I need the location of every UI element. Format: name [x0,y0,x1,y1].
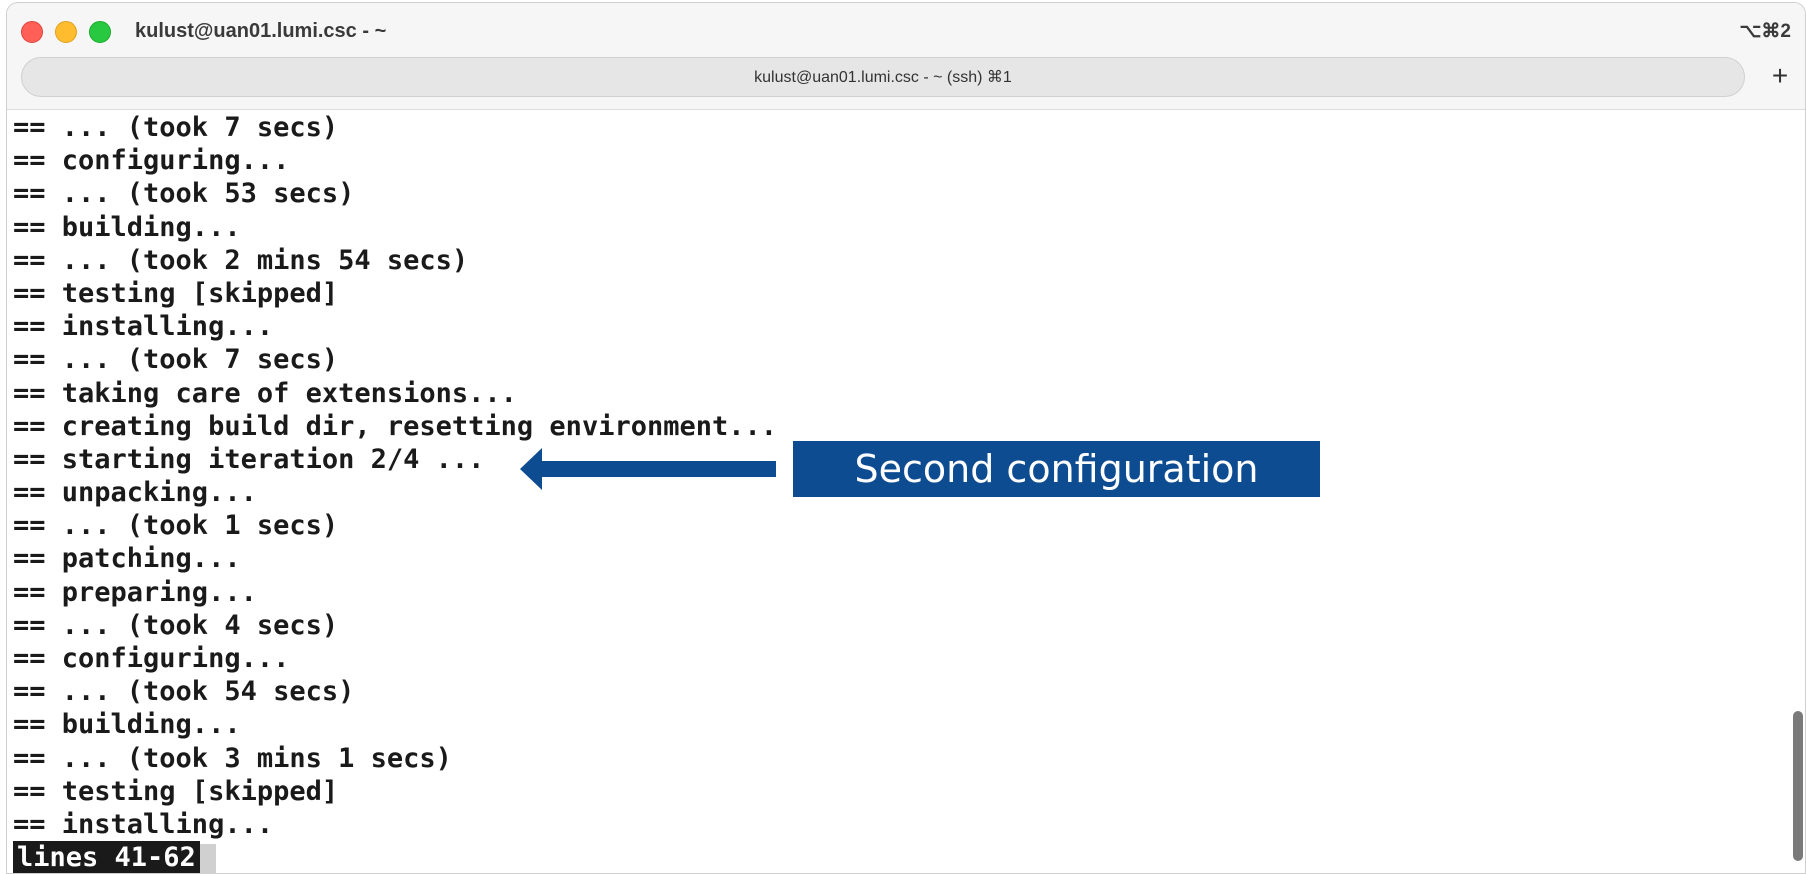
zoom-icon[interactable] [89,21,111,43]
terminal-line: == ... (took 7 secs) [13,344,339,376]
terminal-line: == creating build dir, resetting environ… [13,410,778,442]
window-shortcut: ⌥⌘2 [1739,21,1791,42]
annotation-callout: Second configuration [793,441,1320,497]
terminal-window: kulust@uan01.lumi.csc - ~ ⌥⌘2 kulust@uan… [6,2,1806,874]
arrow-left-icon [520,448,776,490]
terminal-line: == ... (took 3 mins 1 secs) [13,742,452,774]
terminal-line: == ... (took 53 secs) [13,178,355,210]
annotation-text: Second configuration [854,447,1259,491]
minimize-icon[interactable] [55,21,77,43]
terminal-line: == building... [13,211,241,243]
terminal-line: == building... [13,709,241,741]
tab-ssh-session[interactable]: kulust@uan01.lumi.csc - ~ (ssh) ⌘1 [21,57,1745,97]
title-bar: kulust@uan01.lumi.csc - ~ ⌥⌘2 kulust@uan… [7,3,1805,110]
tab-label: kulust@uan01.lumi.csc - ~ (ssh) ⌘1 [754,69,1012,86]
scrollbar-thumb[interactable] [1793,711,1803,861]
terminal-line: == testing [skipped] [13,775,339,807]
close-icon[interactable] [21,21,43,43]
terminal-line: == ... (took 2 mins 54 secs) [13,244,469,276]
terminal-line: == preparing... [13,576,257,608]
new-tab-button[interactable]: + [1763,59,1797,93]
terminal-line: == installing... [13,311,274,343]
pager-status: lines 41-62 [13,841,200,873]
terminal-line: == ... (took 1 secs) [13,510,339,542]
terminal-line: == taking care of extensions... [13,377,517,409]
terminal-line: == configuring... [13,145,290,177]
pager-status-line: lines 41-62 [13,841,1793,873]
terminal-line: == testing [skipped] [13,277,339,309]
terminal-line: == ... (took 7 secs) [13,112,339,143]
terminal-line: == ... (took 54 secs) [13,676,355,708]
terminal-line: == configuring... [13,643,290,674]
terminal-line: == patching... [13,543,241,575]
cursor [199,843,216,873]
terminal-line: == installing... [13,808,274,840]
terminal-line: == ... (took 4 secs) [13,609,339,641]
window-title: kulust@uan01.lumi.csc - ~ [135,20,387,42]
